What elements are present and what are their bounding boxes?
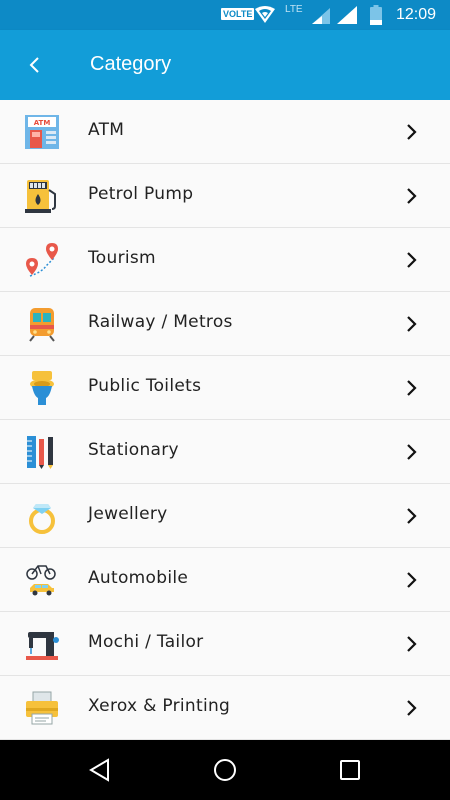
- category-list: ATM ATM Petrol Pump Tourism Railway / Me…: [0, 100, 450, 740]
- page-title: Category: [90, 53, 172, 75]
- category-item-jewellery[interactable]: Jewellery: [0, 484, 450, 548]
- fuel-pump-icon: [25, 180, 56, 213]
- chevron-right-icon: [407, 316, 417, 332]
- wifi-icon: [255, 6, 275, 23]
- category-label: Railway / Metros: [88, 312, 233, 332]
- category-item-public-toilets[interactable]: Public Toilets: [0, 356, 450, 420]
- chevron-right-icon: [407, 380, 417, 396]
- status-bar: VOLTE LTE 12:09: [0, 0, 450, 30]
- stationery-icon: [27, 436, 53, 469]
- category-label: Petrol Pump: [88, 184, 194, 204]
- category-label: ATM: [88, 120, 125, 140]
- toilet-icon: [30, 371, 54, 405]
- category-label: Automobile: [88, 568, 189, 588]
- nav-back-icon[interactable]: [86, 756, 114, 784]
- app-bar: Category: [0, 30, 450, 100]
- chevron-right-icon: [407, 700, 417, 716]
- printer-icon: [26, 691, 58, 725]
- chevron-right-icon: [407, 252, 417, 268]
- chevron-right-icon: [407, 188, 417, 204]
- category-label: Xerox & Printing: [88, 696, 231, 716]
- category-label: Jewellery: [88, 504, 168, 524]
- signal-icon: [337, 6, 357, 24]
- category-label: Stationary: [88, 440, 179, 460]
- category-label: Tourism: [88, 248, 156, 268]
- chevron-right-icon: [407, 636, 417, 652]
- chevron-right-icon: [407, 508, 417, 524]
- sewing-machine-icon: [26, 632, 59, 660]
- category-item-mochi-tailor[interactable]: Mochi / Tailor: [0, 612, 450, 676]
- nav-home-icon[interactable]: [211, 756, 239, 784]
- category-item-automobile[interactable]: Automobile: [0, 548, 450, 612]
- system-nav-bar: [0, 740, 450, 800]
- back-button[interactable]: [22, 52, 48, 78]
- ring-icon: [29, 504, 55, 534]
- category-item-tourism[interactable]: Tourism: [0, 228, 450, 292]
- volte-badge: VOLTE: [221, 8, 255, 20]
- chevron-right-icon: [407, 444, 417, 460]
- clock: 12:09: [396, 6, 437, 23]
- atm-icon: ATM: [25, 115, 59, 149]
- map-pins-icon: [26, 243, 58, 277]
- chevron-right-icon: [407, 572, 417, 588]
- bicycle-car-icon: [26, 565, 56, 596]
- category-item-stationary[interactable]: Stationary: [0, 420, 450, 484]
- train-icon: [29, 308, 55, 342]
- network-type: LTE: [285, 4, 303, 15]
- svg-text:ATM: ATM: [34, 119, 51, 127]
- category-item-atm[interactable]: ATM ATM: [0, 100, 450, 164]
- battery-icon: [370, 5, 382, 25]
- nav-recents-icon[interactable]: [336, 756, 364, 784]
- category-item-xerox-printing[interactable]: Xerox & Printing: [0, 676, 450, 740]
- chevron-right-icon: [407, 124, 417, 140]
- category-label: Mochi / Tailor: [88, 632, 204, 652]
- category-item-railway-metros[interactable]: Railway / Metros: [0, 292, 450, 356]
- category-label: Public Toilets: [88, 376, 202, 396]
- signal-icon: [312, 8, 330, 24]
- category-item-petrol-pump[interactable]: Petrol Pump: [0, 164, 450, 228]
